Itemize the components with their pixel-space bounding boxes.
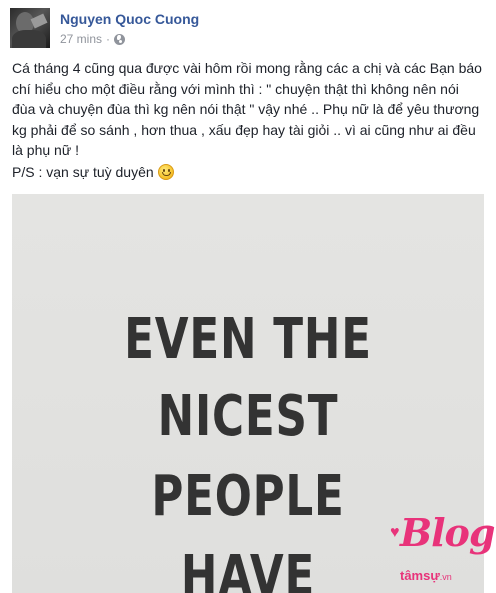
- post-body: Cá tháng 4 cũng qua được vài hôm rồi mon…: [12, 60, 482, 158]
- facebook-post: Nguyen Quoc Cuong 27 mins · Cá tháng 4 c…: [0, 0, 496, 593]
- watermark-sub: tâmsự.vn: [400, 568, 452, 583]
- blog-watermark: ♥ Blog tâmsự.vn: [386, 510, 495, 590]
- watermark-logo: Blog: [400, 510, 495, 555]
- meta-separator: ·: [106, 32, 111, 46]
- photo-text-line: HAVE: [180, 544, 316, 593]
- post-ps: P/S : vạn sự tuỳ duyên: [12, 164, 174, 180]
- watermark-suffix: .vn: [439, 572, 452, 582]
- ps-text: P/S : vạn sự tuỳ duyên: [12, 164, 154, 180]
- photo-text-line: PEOPLE: [151, 464, 345, 529]
- smile-icon: [157, 164, 174, 180]
- author-name[interactable]: Nguyen Quoc Cuong: [60, 11, 199, 27]
- photo-text-line: NICEST: [157, 384, 339, 449]
- avatar[interactable]: [10, 8, 50, 48]
- watermark-sub-text: tâmsự: [400, 568, 440, 583]
- globe-icon[interactable]: [114, 33, 126, 45]
- photo-text-line: EVEN THE: [124, 307, 372, 372]
- post-header: Nguyen Quoc Cuong 27 mins ·: [10, 8, 490, 52]
- post-meta: 27 mins ·: [60, 32, 126, 46]
- post-timestamp[interactable]: 27 mins: [60, 32, 102, 46]
